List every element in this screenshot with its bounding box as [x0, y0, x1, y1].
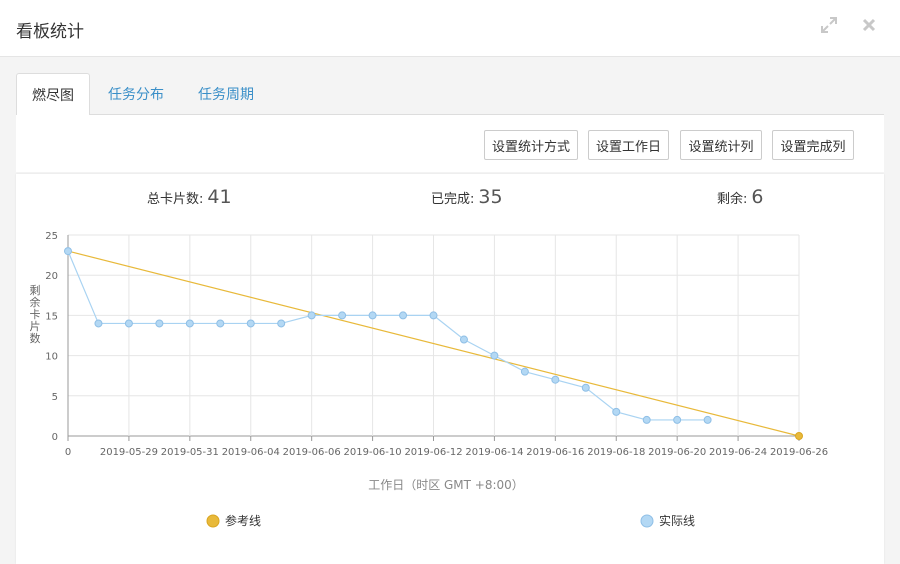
set-stat-method-button[interactable]: 设置统计方式: [484, 130, 578, 160]
set-done-columns-button[interactable]: 设置完成列: [772, 130, 854, 160]
stat-done-label: 已完成:: [431, 192, 475, 207]
stat-total-value: 41: [207, 186, 232, 208]
close-icon[interactable]: [858, 14, 880, 36]
stat-done-value: 35: [478, 186, 503, 208]
stat-done: 已完成: 35: [431, 186, 503, 208]
stat-remaining-label: 剩余:: [717, 192, 748, 207]
set-stat-columns-button[interactable]: 设置统计列: [680, 130, 762, 160]
tab-task-cycle[interactable]: 任务周期: [188, 73, 264, 115]
tab-burndown[interactable]: 燃尽图: [16, 73, 90, 115]
window-title: 看板统计: [16, 22, 84, 42]
set-workdays-button[interactable]: 设置工作日: [588, 130, 669, 160]
stat-remaining-value: 6: [751, 186, 764, 208]
stat-total: 总卡片数: 41: [147, 186, 232, 208]
chart-panel: [16, 174, 884, 564]
stat-remaining: 剩余: 6: [717, 186, 763, 208]
window-titlebar: 看板统计: [0, 0, 900, 57]
tab-task-distribution[interactable]: 任务分布: [98, 73, 174, 115]
stat-total-label: 总卡片数:: [147, 192, 204, 207]
expand-icon[interactable]: [818, 14, 840, 36]
